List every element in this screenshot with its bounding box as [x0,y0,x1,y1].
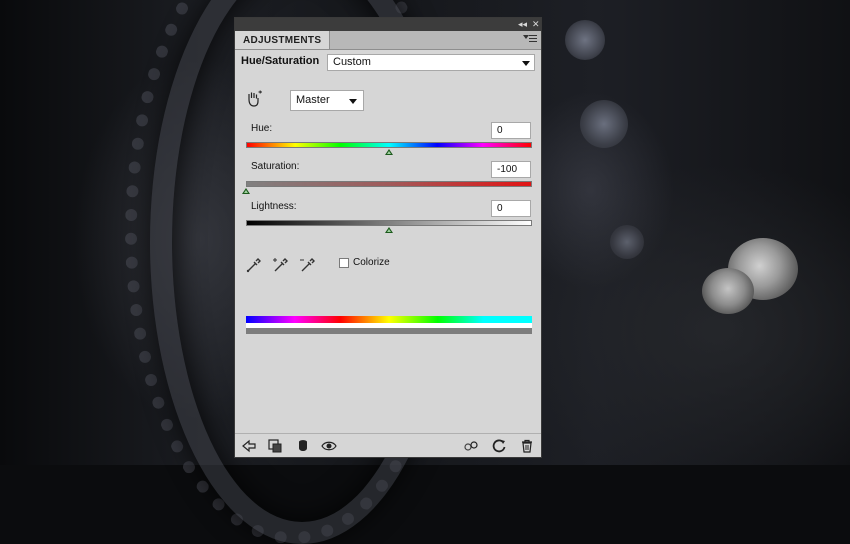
back-arrow-icon[interactable] [241,438,257,454]
saturation-slider-thumb[interactable] [242,188,250,194]
eyedropper-icon[interactable] [245,256,263,274]
adjustment-name: Hue/Saturation [241,55,320,67]
panel-tab-row: ADJUSTMENTS [235,31,541,50]
output-color-spectrum [246,328,532,334]
panel-menu-icon[interactable] [523,33,537,45]
hue-input[interactable]: 0 [491,122,531,139]
hand-scrub-icon[interactable] [245,90,263,108]
saturation-input[interactable]: -100 [491,161,531,178]
trash-icon[interactable] [519,438,535,454]
saturation-slider-track[interactable] [246,181,532,187]
channel-value: Master [296,94,330,106]
eyedropper-plus-icon[interactable] [272,256,290,274]
colorize-checkbox[interactable] [339,258,349,268]
grey-rose [702,268,754,314]
tab-adjustments[interactable]: ADJUSTMENTS [235,31,331,49]
reset-icon[interactable] [491,438,507,454]
hue-slider-track[interactable] [246,142,532,148]
lightness-slider-track[interactable] [246,220,532,226]
hue-slider-thumb[interactable] [385,149,393,155]
chevron-down-icon [522,61,530,66]
close-panel-icon[interactable]: ✕ [532,18,540,31]
panel-titlebar: ◂◂ ✕ [235,18,541,31]
adjustments-panel: ◂◂ ✕ ADJUSTMENTS Hue/Saturation Custom M… [234,17,542,458]
lightness-label: Lightness: [251,201,297,212]
preset-dropdown[interactable]: Custom [327,54,535,71]
mask-icon[interactable] [295,438,311,454]
input-color-spectrum [246,316,532,323]
chevron-down-icon [349,99,357,104]
channel-dropdown[interactable]: Master [290,90,364,111]
lightness-slider-thumb[interactable] [385,227,393,233]
clip-layer-icon[interactable] [267,438,283,454]
saturation-label: Saturation: [251,161,300,172]
lightness-input[interactable]: 0 [491,200,531,217]
eyedropper-minus-icon[interactable] [299,256,317,274]
bottom-toolbar [235,433,541,458]
previous-state-icon[interactable] [463,438,479,454]
collapse-panel-icon[interactable]: ◂◂ [518,18,527,31]
colorize-label: Colorize [353,257,390,268]
visibility-eye-icon[interactable] [321,438,337,454]
dark-rose [565,20,605,60]
dark-rose [610,225,644,259]
hue-label: Hue: [251,123,273,134]
preset-value: Custom [333,56,371,68]
dark-rose [580,100,628,148]
